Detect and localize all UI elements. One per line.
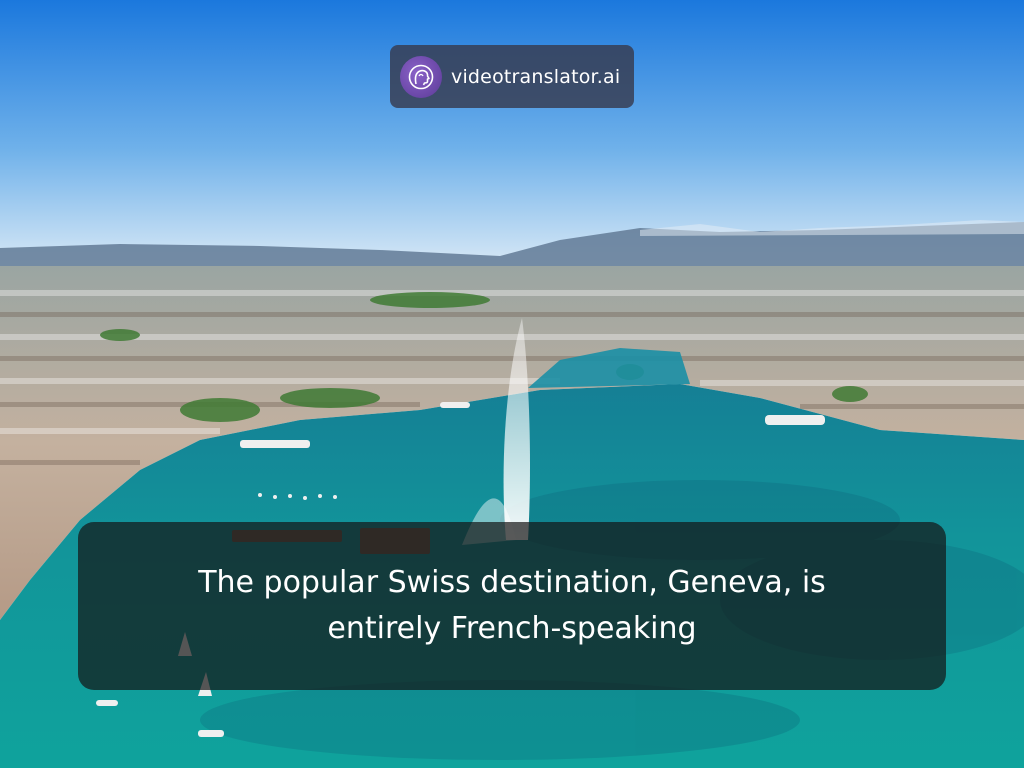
caption-text: The popular Swiss destination, Geneva, i… bbox=[198, 565, 826, 646]
brand-name: videotranslator.ai bbox=[451, 65, 621, 88]
photo-scene: videotranslator.ai The popular Swiss des… bbox=[0, 0, 1024, 768]
brand-badge: videotranslator.ai bbox=[390, 45, 634, 108]
subtitle-caption: The popular Swiss destination, Geneva, i… bbox=[78, 522, 946, 690]
head-profile-icon bbox=[400, 55, 442, 98]
